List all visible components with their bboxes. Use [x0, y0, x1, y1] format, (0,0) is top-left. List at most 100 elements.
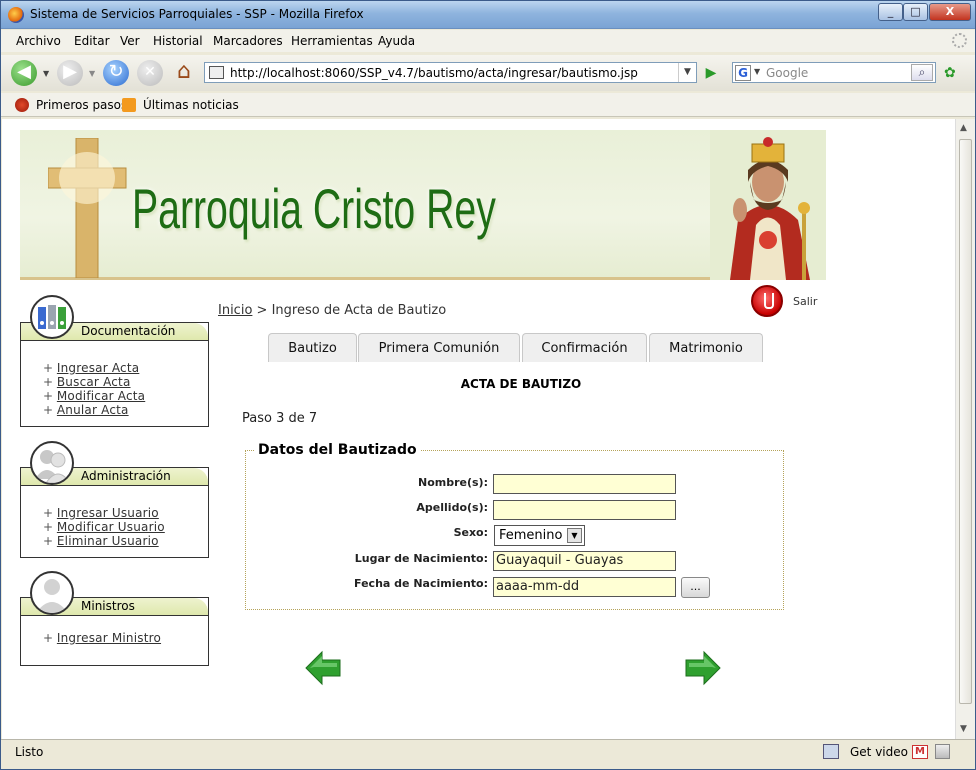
search-placeholder[interactable]: Google [766, 66, 808, 80]
back-icon[interactable]: ◀ [11, 60, 37, 86]
acta-title: ACTA DE BAUTIZO [460, 377, 582, 391]
list-item: + Ingresar Usuario [43, 506, 159, 520]
list-item: + Modificar Acta [43, 389, 146, 403]
fecha-label: Fecha de Nacimiento: [354, 577, 488, 590]
rss-icon [122, 98, 136, 112]
list-item: + Buscar Acta [43, 375, 131, 389]
throbber-icon [952, 33, 967, 48]
page-content: Parroquia Cristo Rey Documentación + Ing… [2, 119, 955, 739]
nombre-label: Nombre(s): [418, 476, 488, 489]
previous-arrow-icon[interactable] [304, 649, 342, 687]
addon-icon[interactable]: ✿ [944, 65, 956, 81]
step-indicator: Paso 3 de 7 [242, 411, 318, 426]
tab-confirmacion[interactable]: Confirmación [522, 333, 647, 362]
engine-dropdown-icon[interactable]: ▼ [754, 67, 760, 76]
apellido-input[interactable] [493, 500, 676, 520]
gmail-icon[interactable]: M [912, 745, 928, 759]
calendar-button[interactable]: ... [681, 577, 710, 598]
window-title: Sistema de Servicios Parroquiales - SSP … [30, 7, 364, 21]
banner: Parroquia Cristo Rey [20, 130, 826, 280]
breadcrumb-current: Ingreso de Acta de Bautizo [271, 303, 447, 318]
reload-icon[interactable]: ↻ [103, 60, 129, 86]
link-ingresar-acta[interactable]: Ingresar Acta [57, 361, 139, 375]
menu-editar[interactable]: Editar [74, 34, 110, 48]
search-icon[interactable]: ⌕ [911, 64, 933, 81]
breadcrumb: Inicio > Ingreso de Acta de Bautizo [218, 303, 446, 318]
cross-icon [48, 138, 127, 278]
tab-bautizo[interactable]: Bautizo [268, 333, 357, 362]
list-item: + Eliminar Usuario [43, 534, 159, 548]
power-icon[interactable] [751, 285, 783, 317]
list-item: + Ingresar Ministro [43, 631, 162, 645]
minimize-button[interactable]: _ [878, 3, 903, 21]
tab-primera-comunion[interactable]: Primera Comunión [358, 333, 520, 362]
menu-archivo[interactable]: Archivo [16, 34, 61, 48]
apellido-label: Apellido(s): [416, 501, 488, 514]
sexo-selected: Femenino [499, 528, 563, 543]
nombre-input[interactable] [493, 474, 676, 494]
breadcrumb-home-link[interactable]: Inicio [218, 303, 252, 318]
christ-king-image [710, 130, 826, 280]
bookmark-ultimas-noticias[interactable]: Últimas noticias [143, 98, 239, 112]
sidebar-ministros-title: Ministros [81, 599, 135, 613]
chevron-down-icon[interactable]: ▼ [567, 528, 582, 543]
scroll-up-icon[interactable]: ▲ [960, 123, 967, 133]
forward-history-icon[interactable]: ▼ [89, 69, 95, 78]
link-modificar-usuario[interactable]: Modificar Usuario [57, 520, 165, 534]
link-modificar-acta[interactable]: Modificar Acta [57, 389, 145, 403]
menu-ayuda[interactable]: Ayuda [378, 34, 415, 48]
breadcrumb-separator: > [252, 303, 272, 318]
vertical-scrollbar[interactable]: ▲ ▼ [955, 119, 975, 739]
sidebar-documentacion-links: + Ingresar Acta + Buscar Acta + Modifica… [43, 361, 145, 417]
users-icon [30, 441, 74, 485]
lugar-label: Lugar de Nacimiento: [354, 552, 488, 565]
status-bar: Listo Get video M [1, 739, 975, 769]
sidebar-documentacion-title: Documentación [81, 324, 176, 338]
home-icon[interactable]: ⌂ [171, 60, 197, 86]
link-eliminar-usuario[interactable]: Eliminar Usuario [57, 534, 159, 548]
favicon-icon [209, 66, 224, 79]
search-bar[interactable]: G ▼ Google ⌕ [732, 62, 936, 83]
link-buscar-acta[interactable]: Buscar Acta [57, 375, 131, 389]
go-icon[interactable]: ▶ [701, 63, 721, 83]
back-history-icon[interactable]: ▼ [43, 69, 49, 78]
scrollbar-thumb[interactable] [959, 139, 972, 704]
sidebar-administracion-title: Administración [81, 469, 171, 483]
link-anular-acta[interactable]: Anular Acta [57, 403, 129, 417]
scroll-down-icon[interactable]: ▼ [960, 724, 967, 734]
forward-icon[interactable]: ▶ [57, 60, 83, 86]
next-arrow-icon[interactable] [684, 649, 722, 687]
url-dropdown-icon[interactable]: ▼ [678, 63, 696, 82]
stop-icon[interactable]: ✕ [137, 60, 163, 86]
sexo-select[interactable]: Femenino ▼ [494, 525, 585, 546]
fecha-input[interactable]: aaaa-mm-dd [493, 577, 676, 597]
get-video-link[interactable]: Get video [850, 745, 908, 759]
menu-herramientas[interactable]: Herramientas [291, 34, 373, 48]
url-bar[interactable]: http://localhost:8060/SSP_v4.7/bautismo/… [204, 62, 697, 83]
sidebar-ministros-links: + Ingresar Ministro [43, 631, 161, 645]
list-item: + Modificar Usuario [43, 520, 165, 534]
link-ingresar-usuario[interactable]: Ingresar Usuario [57, 506, 159, 520]
bookmark-primeros-pasos[interactable]: Primeros pasos [36, 98, 127, 112]
documents-icon [30, 295, 74, 339]
logout-link[interactable]: Salir [793, 295, 817, 308]
maximize-button[interactable]: □ [903, 3, 928, 21]
menu-historial[interactable]: Historial [153, 34, 203, 48]
bookmarks-toolbar: Primeros pasos Últimas noticias [1, 93, 975, 117]
firefox-icon [8, 7, 24, 23]
status-addon-icon[interactable] [935, 744, 950, 759]
menu-bar: Archivo Editar Ver Historial Marcadores … [1, 30, 975, 52]
video-icon[interactable] [823, 744, 839, 759]
lugar-input[interactable]: Guayaquil - Guayas [493, 551, 676, 571]
menu-marcadores[interactable]: Marcadores [213, 34, 283, 48]
google-engine-icon[interactable]: G [735, 65, 751, 81]
link-ingresar-ministro[interactable]: Ingresar Ministro [57, 631, 161, 645]
sidebar-administracion-links: + Ingresar Usuario + Modificar Usuario +… [43, 506, 165, 548]
menu-ver[interactable]: Ver [120, 34, 140, 48]
close-button[interactable]: X [929, 3, 971, 21]
status-text: Listo [15, 745, 44, 759]
minister-icon [30, 571, 74, 615]
list-item: + Ingresar Acta [43, 361, 140, 375]
url-text[interactable]: http://localhost:8060/SSP_v4.7/bautismo/… [230, 66, 638, 80]
tab-matrimonio[interactable]: Matrimonio [649, 333, 763, 362]
